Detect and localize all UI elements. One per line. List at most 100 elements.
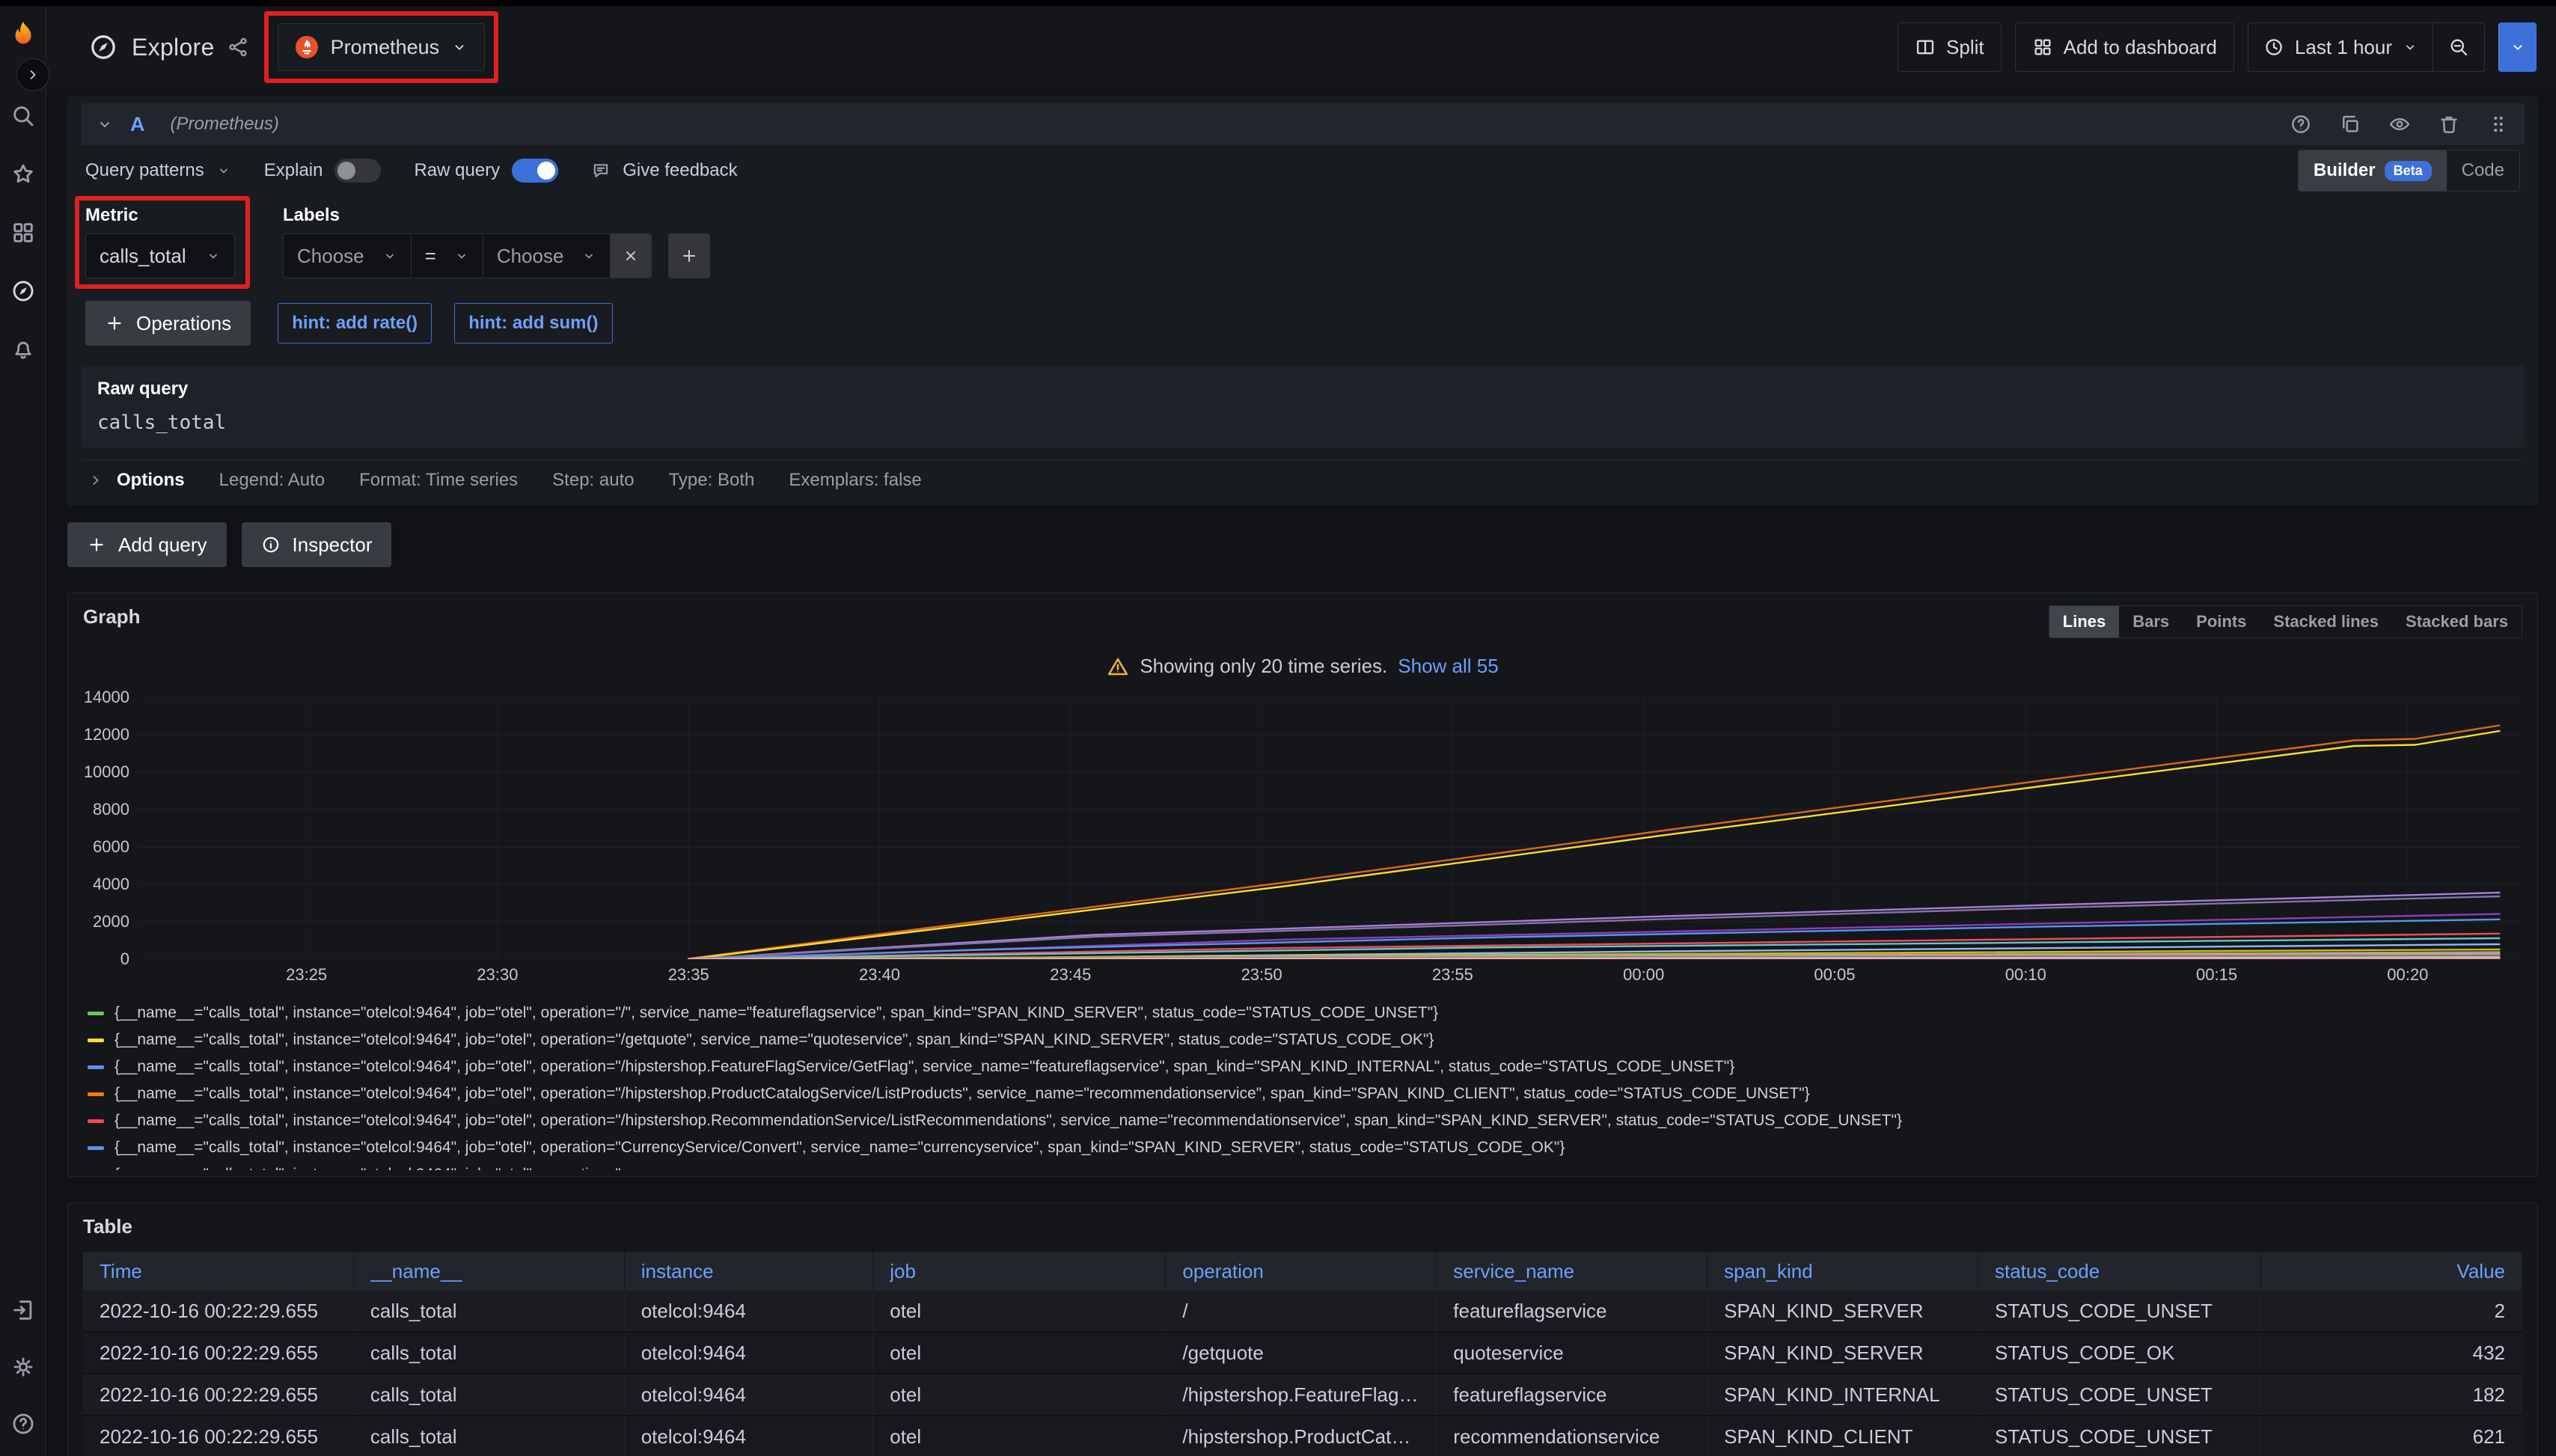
explore-actions: Add query Inspector bbox=[67, 522, 2538, 567]
code-mode-tab[interactable]: Code bbox=[2447, 150, 2519, 191]
help-icon[interactable] bbox=[10, 1411, 36, 1437]
split-button[interactable]: Split bbox=[1898, 22, 2002, 72]
table-cell: 621 bbox=[2261, 1416, 2522, 1456]
sign-in-icon[interactable] bbox=[10, 1297, 36, 1323]
graph-style-tab-bars[interactable]: Bars bbox=[2119, 606, 2183, 637]
chevron-down-icon bbox=[451, 39, 468, 55]
legend-item-2[interactable]: {__name__="calls_total", instance="otelc… bbox=[88, 1053, 2522, 1080]
raw-query-toggle[interactable] bbox=[512, 159, 558, 183]
query-hint-button-0[interactable]: hint: add rate() bbox=[278, 303, 432, 343]
column-header-instance[interactable]: instance bbox=[625, 1252, 874, 1291]
feedback-comment-icon bbox=[591, 161, 611, 180]
query-datasource-hint: (Prometheus) bbox=[171, 114, 279, 135]
table-cell: featureflagservice bbox=[1437, 1291, 1707, 1331]
graph-style-tab-stacked-lines[interactable]: Stacked lines bbox=[2260, 606, 2392, 637]
table-cell: 2022-10-16 00:22:29.655 bbox=[83, 1374, 354, 1415]
metric-select[interactable]: calls_total bbox=[85, 233, 235, 278]
show-all-series-link[interactable]: Show all 55 bbox=[1398, 655, 1498, 678]
search-icon[interactable] bbox=[10, 103, 36, 129]
sidebar-expand-button[interactable] bbox=[16, 58, 49, 91]
options-expander[interactable]: Options bbox=[88, 470, 185, 491]
query-hint-button-1[interactable]: hint: add sum() bbox=[454, 303, 612, 343]
chart-legend: {__name__="calls_total", instance="otelc… bbox=[83, 1000, 2522, 1170]
query-toolbar: Query patterns Explain Raw query Give fe… bbox=[81, 153, 2525, 189]
query-patterns-dropdown[interactable]: Query patterns bbox=[85, 160, 231, 181]
chevron-right-icon bbox=[88, 473, 103, 488]
x-tick-label: 23:25 bbox=[286, 965, 327, 985]
raw-query-preview: Raw query calls_total bbox=[81, 365, 2525, 447]
query-row-header[interactable]: A (Prometheus) bbox=[81, 103, 2525, 145]
remove-label-filter-button[interactable] bbox=[610, 233, 652, 278]
explain-toggle-group: Explain bbox=[264, 159, 382, 183]
metric-field-label: Metric bbox=[85, 205, 235, 226]
query-option-summary-2: Step: auto bbox=[552, 470, 634, 491]
alerting-bell-icon[interactable] bbox=[10, 337, 36, 362]
label-key-select[interactable]: Choose bbox=[283, 233, 411, 278]
legend-series-label: {__name__="calls_total", instance="otelc… bbox=[114, 1031, 1434, 1049]
label-operator-select[interactable]: = bbox=[411, 233, 483, 278]
drag-handle-icon[interactable] bbox=[2487, 113, 2510, 135]
column-header-statuscode[interactable]: status_code bbox=[1978, 1252, 2261, 1291]
add-query-button[interactable]: Add query bbox=[67, 522, 227, 567]
share-icon[interactable] bbox=[227, 36, 249, 58]
column-header-value[interactable]: Value bbox=[2261, 1252, 2522, 1291]
zoom-out-button[interactable] bbox=[2433, 23, 2484, 71]
remove-query-trash-icon[interactable] bbox=[2438, 113, 2460, 135]
duplicate-query-icon[interactable] bbox=[2339, 113, 2361, 135]
query-editor: A (Prometheus) Query patterns Explain Ra… bbox=[67, 96, 2538, 506]
chart-plot-area[interactable] bbox=[138, 697, 2522, 959]
graph-style-tab-points[interactable]: Points bbox=[2183, 606, 2260, 637]
hide-response-eye-icon[interactable] bbox=[2388, 113, 2411, 135]
page-title-label: Explore bbox=[132, 34, 215, 61]
legend-item-1[interactable]: {__name__="calls_total", instance="otelc… bbox=[88, 1027, 2522, 1053]
legend-item-5[interactable]: {__name__="calls_total", instance="otelc… bbox=[88, 1134, 2522, 1161]
collapse-chevron-icon[interactable] bbox=[96, 115, 114, 133]
plus-icon bbox=[87, 535, 106, 554]
sidebar bbox=[0, 6, 46, 1456]
table-row-2: 2022-10-16 00:22:29.655calls_totalotelco… bbox=[83, 1374, 2522, 1416]
legend-item-3[interactable]: {__name__="calls_total", instance="otelc… bbox=[88, 1080, 2522, 1107]
sidebar-top-icons bbox=[10, 103, 36, 362]
add-query-label: Add query bbox=[118, 533, 207, 557]
builder-mode-tab[interactable]: Builder Beta bbox=[2299, 150, 2447, 191]
query-option-summary-0: Legend: Auto bbox=[219, 470, 325, 491]
inspector-button[interactable]: Inspector bbox=[242, 522, 392, 567]
legend-item-0[interactable]: {__name__="calls_total", instance="otelc… bbox=[88, 1000, 2522, 1027]
explore-compass-icon[interactable] bbox=[10, 278, 36, 304]
y-tick-label: 2000 bbox=[93, 912, 129, 932]
legend-item-overflow[interactable]: {__name__="calls_total", instance="otelc… bbox=[88, 1161, 2522, 1170]
column-header-job[interactable]: job bbox=[873, 1252, 1166, 1291]
column-header-spankind[interactable]: span_kind bbox=[1707, 1252, 1978, 1291]
chevron-down-icon bbox=[216, 163, 231, 178]
label-key-placeholder: Choose bbox=[297, 245, 364, 268]
graph-style-tab-lines[interactable]: Lines bbox=[2049, 606, 2119, 637]
query-help-icon[interactable] bbox=[2290, 113, 2312, 135]
star-icon[interactable] bbox=[10, 162, 36, 187]
chevron-down-icon bbox=[206, 248, 221, 263]
add-to-dashboard-button[interactable]: Add to dashboard bbox=[2015, 22, 2234, 72]
legend-item-4[interactable]: {__name__="calls_total", instance="otelc… bbox=[88, 1107, 2522, 1134]
add-operation-button[interactable]: Operations bbox=[85, 301, 251, 346]
y-tick-label: 12000 bbox=[84, 725, 129, 744]
label-value-select[interactable]: Choose bbox=[483, 233, 611, 278]
table-cell: STATUS_CODE_OK bbox=[1978, 1333, 2261, 1373]
time-range-button[interactable]: Last 1 hour bbox=[2248, 23, 2433, 71]
dashboards-icon[interactable] bbox=[10, 220, 36, 245]
column-header-name[interactable]: __name__ bbox=[354, 1252, 625, 1291]
column-header-operation[interactable]: operation bbox=[1166, 1252, 1437, 1291]
explain-toggle[interactable] bbox=[334, 159, 381, 183]
run-query-button[interactable]: Run query bbox=[2498, 22, 2537, 72]
settings-gear-icon[interactable] bbox=[10, 1354, 36, 1380]
column-header-time[interactable]: Time bbox=[83, 1252, 354, 1291]
graph-style-tab-stacked-bars[interactable]: Stacked bars bbox=[2392, 606, 2522, 637]
explore-toolbar: Explore Prometheus Split Add to dashboar… bbox=[46, 6, 2556, 88]
grafana-logo[interactable] bbox=[6, 19, 40, 54]
column-header-servicename[interactable]: service_name bbox=[1437, 1252, 1707, 1291]
legend-series-marker bbox=[88, 1119, 104, 1123]
table-cell: calls_total bbox=[354, 1291, 625, 1331]
run-query-dropdown[interactable] bbox=[2498, 22, 2537, 72]
add-label-filter-button[interactable] bbox=[668, 233, 710, 278]
give-feedback-link[interactable]: Give feedback bbox=[591, 160, 737, 181]
datasource-picker[interactable]: Prometheus bbox=[278, 23, 486, 71]
labels-field-label: Labels bbox=[283, 205, 710, 226]
